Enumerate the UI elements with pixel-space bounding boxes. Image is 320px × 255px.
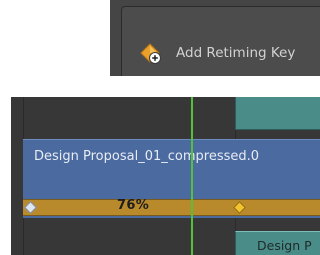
menu-item-label: Add Retiming Key bbox=[176, 45, 296, 61]
add-retiming-key-icon bbox=[140, 43, 162, 65]
playhead[interactable] bbox=[191, 97, 193, 255]
context-menu-panel: Add Retiming Key bbox=[121, 6, 320, 76]
menu-item-add-retiming-key[interactable]: Add Retiming Key bbox=[122, 34, 320, 74]
retime-bar[interactable] bbox=[23, 199, 320, 216]
context-menu: Add Retiming Key bbox=[110, 0, 320, 76]
clip-name: Design Proposal_01_compressed.0 bbox=[34, 149, 260, 164]
adjacent-clip-top[interactable] bbox=[235, 97, 320, 130]
retime-speed-label: 76% bbox=[117, 198, 150, 213]
timeline-panel: Design Proposal_01_compressed.0 76% Desi… bbox=[11, 97, 320, 255]
adjacent-clip-name: Design P bbox=[257, 238, 312, 253]
